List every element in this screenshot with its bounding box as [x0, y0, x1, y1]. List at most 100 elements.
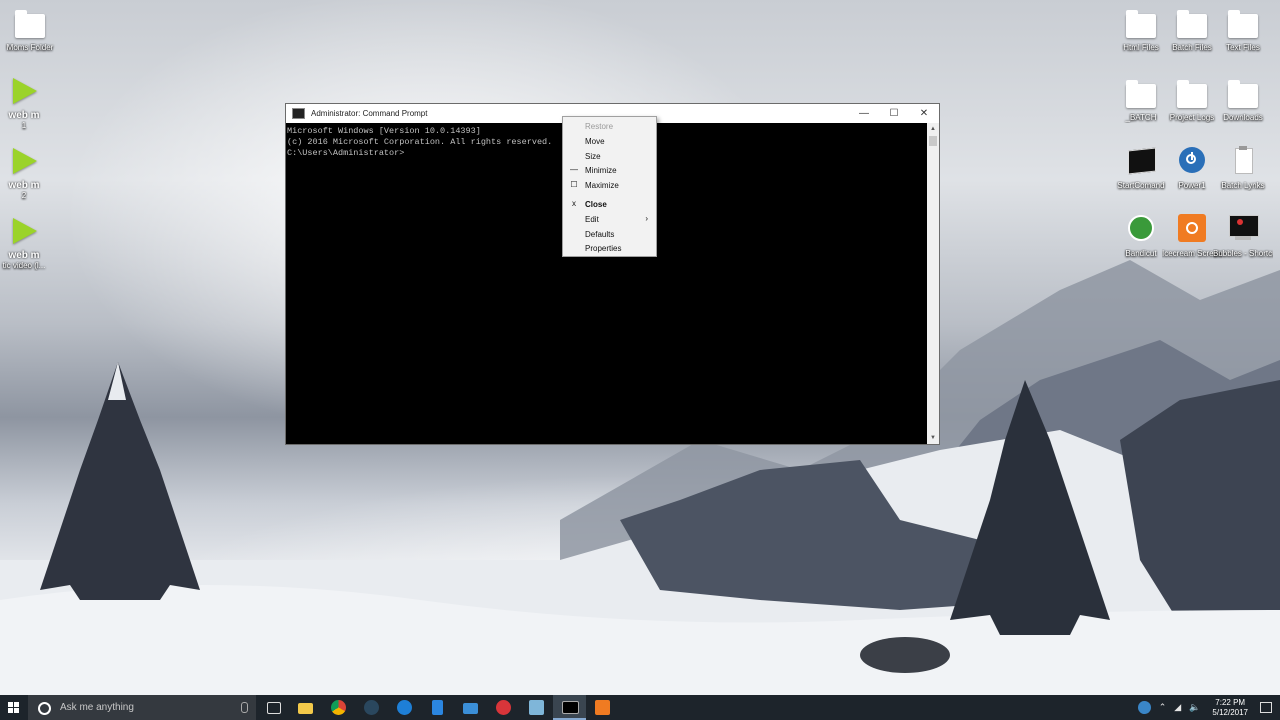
- desktop-icon-label: web m: [8, 110, 40, 121]
- taskbar: Ask me anything ⌃ ◢ 🔈 7:22 PM 5/12/2017: [0, 695, 1280, 720]
- minimize-button[interactable]: —: [849, 104, 879, 123]
- menu-item-properties[interactable]: Properties: [563, 241, 656, 256]
- task-view-icon: [267, 702, 281, 714]
- windows-logo-icon: [8, 702, 19, 713]
- screensaver-icon: [1227, 214, 1259, 246]
- bandicut-icon: [1125, 214, 1157, 246]
- notification-icon[interactable]: [1260, 702, 1272, 713]
- menu-item-close[interactable]: x Close: [563, 197, 656, 212]
- microphone-icon[interactable]: [241, 702, 248, 713]
- desktop-icon-label: Text Files: [1226, 43, 1260, 52]
- scroll-thumb[interactable]: [929, 136, 937, 146]
- system-tray: ⌃ ◢ 🔈 7:22 PM 5/12/2017: [1134, 695, 1280, 720]
- steam-icon: [364, 700, 379, 715]
- close-icon: x: [572, 199, 576, 208]
- desktop-icon-webm-3[interactable]: web m tic video (l...: [0, 216, 54, 271]
- menu-item-size[interactable]: Size: [563, 149, 656, 164]
- start-button[interactable]: [0, 695, 28, 720]
- maximize-icon: ☐: [570, 180, 578, 189]
- desktop-icon-webm-2[interactable]: web m 2: [0, 146, 54, 201]
- minimize-icon: —: [570, 165, 578, 174]
- volume-icon[interactable]: 🔈: [1189, 702, 1200, 713]
- menu-item-edit[interactable]: Edit ›: [563, 212, 656, 227]
- edge-icon: [397, 700, 412, 715]
- cmd-shortcut-icon: [1125, 146, 1157, 178]
- menu-item-restore[interactable]: Restore: [563, 119, 656, 134]
- desktop-icon-bubbles-shortcut[interactable]: Bubbles - Shortcut: [1213, 214, 1273, 259]
- cortana-icon: [38, 702, 51, 715]
- menu-item-label: Properties: [585, 244, 622, 253]
- blue-file-icon: [432, 700, 443, 715]
- desktop-icon-webm-1[interactable]: web m 1: [0, 76, 54, 131]
- play-icon: [8, 76, 40, 108]
- scroll-down-icon[interactable]: ▼: [927, 432, 939, 444]
- red-app-icon: [496, 700, 511, 715]
- app-button-notepad[interactable]: [520, 695, 553, 720]
- system-menu: Restore Move Size — Minimize ☐ Maximize …: [562, 116, 657, 257]
- desktop-icon-label: web m: [8, 180, 40, 191]
- edge-button[interactable]: [388, 695, 421, 720]
- menu-item-label: Move: [585, 137, 605, 146]
- clock-date: 5/12/2017: [1212, 707, 1248, 717]
- vertical-scrollbar[interactable]: ▲ ▼: [927, 123, 939, 444]
- folder-icon: [1125, 8, 1157, 40]
- app-button-red[interactable]: [487, 695, 520, 720]
- desktop-icon-moms-folder[interactable]: Moms Folder: [0, 8, 60, 53]
- menu-item-label: Size: [585, 152, 601, 161]
- folder-icon: [1227, 8, 1259, 40]
- desktop-icon-label: Moms Folder: [6, 43, 54, 52]
- submenu-arrow-icon: ›: [645, 214, 648, 223]
- desktop-icon-sublabel: 1: [21, 121, 27, 130]
- clock[interactable]: 7:22 PM 5/12/2017: [1212, 698, 1248, 718]
- folder-icon: [298, 703, 313, 714]
- chrome-icon: [331, 700, 346, 715]
- chevron-up-icon[interactable]: ⌃: [1159, 702, 1167, 713]
- cmd-app-icon[interactable]: [292, 108, 305, 119]
- menu-item-label: Close: [585, 200, 607, 209]
- task-view-button[interactable]: [256, 695, 289, 720]
- desktop-icon-sublabel: 2: [21, 191, 27, 200]
- steam-button[interactable]: [355, 695, 388, 720]
- menu-item-label: Maximize: [585, 181, 619, 190]
- search-placeholder: Ask me anything: [60, 702, 134, 713]
- menu-item-move[interactable]: Move: [563, 134, 656, 149]
- clock-time: 7:22 PM: [1215, 697, 1246, 707]
- window-app-icon: [463, 703, 478, 714]
- chrome-button[interactable]: [322, 695, 355, 720]
- command-prompt-taskbar-button[interactable]: [553, 695, 586, 720]
- maximize-button[interactable]: ☐: [879, 104, 909, 123]
- help-icon[interactable]: [1137, 701, 1151, 714]
- menu-item-label: Minimize: [585, 166, 617, 175]
- folder-icon: [1125, 78, 1157, 110]
- menu-item-label: Restore: [585, 122, 614, 131]
- window-title: Administrator: Command Prompt: [311, 109, 428, 118]
- desktop-icon-label: Downloads: [1223, 113, 1263, 122]
- play-icon: [8, 146, 40, 178]
- menu-item-maximize[interactable]: ☐ Maximize: [563, 178, 656, 193]
- network-icon[interactable]: ◢: [1174, 702, 1181, 713]
- power-icon: [1176, 146, 1208, 178]
- desktop-icon-label: Batch Lynks: [1221, 181, 1265, 190]
- folder-icon: [1176, 78, 1208, 110]
- app-button-blue[interactable]: [454, 695, 487, 720]
- cmd-icon: [562, 701, 579, 714]
- folder-icon: [1176, 8, 1208, 40]
- scroll-up-icon[interactable]: ▲: [927, 123, 939, 135]
- icecream-recorder-icon: [1176, 214, 1208, 246]
- menu-item-label: Edit: [585, 215, 599, 224]
- menu-item-label: Defaults: [585, 230, 615, 239]
- desktop-icon-batch-lynks[interactable]: Batch Lynks: [1213, 146, 1273, 191]
- file-explorer-button[interactable]: [289, 695, 322, 720]
- menu-item-defaults[interactable]: Defaults: [563, 227, 656, 242]
- search-box[interactable]: Ask me anything: [28, 695, 256, 720]
- icecream-taskbar-button[interactable]: [586, 695, 619, 720]
- file-app-button[interactable]: [421, 695, 454, 720]
- desktop-icon-downloads[interactable]: Downloads: [1213, 78, 1273, 123]
- folder-icon: [1227, 78, 1259, 110]
- desktop-icon-text-files[interactable]: Text Files: [1213, 8, 1273, 53]
- clipboard-icon: [1227, 146, 1259, 178]
- desktop-icon-sublabel: tic video (l...: [2, 261, 46, 270]
- close-button[interactable]: ✕: [909, 104, 939, 123]
- menu-item-minimize[interactable]: — Minimize: [563, 163, 656, 178]
- folder-icon: [14, 8, 46, 40]
